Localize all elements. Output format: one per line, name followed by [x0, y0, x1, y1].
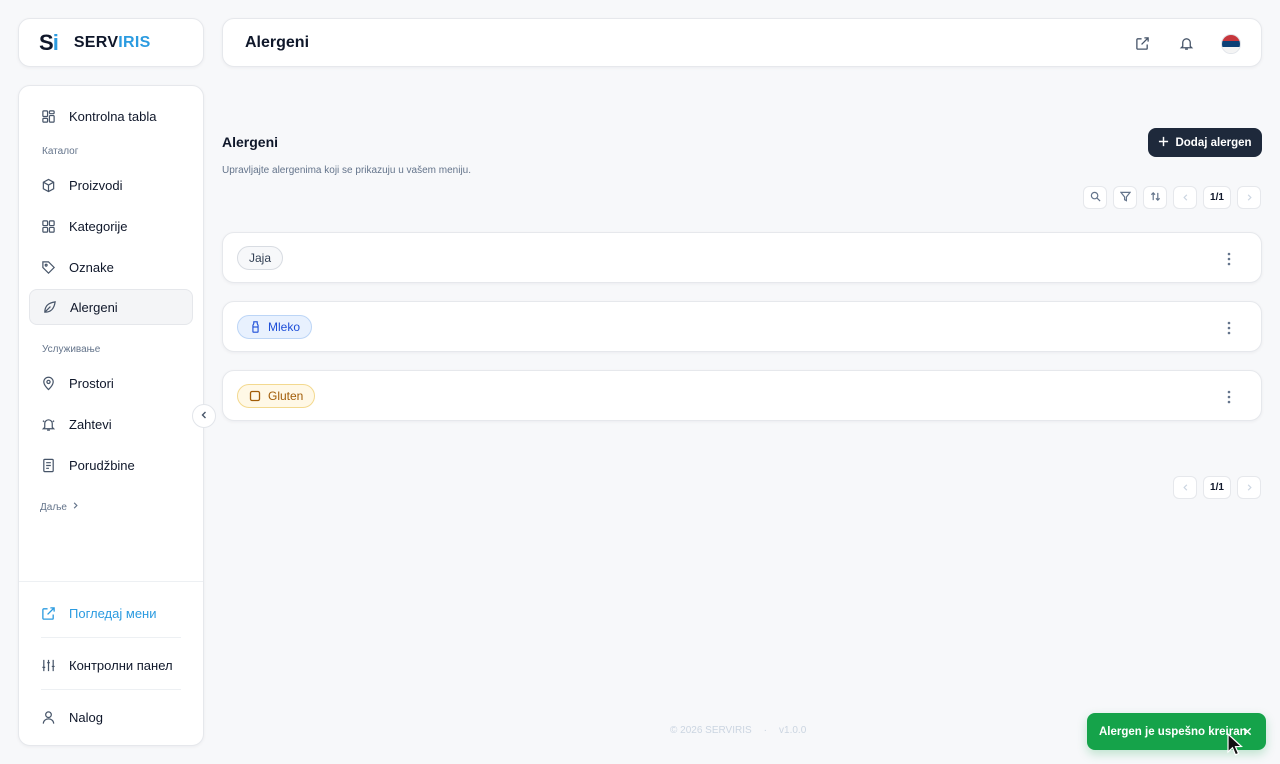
control-panel-link[interactable]: Контролни панел — [29, 647, 193, 683]
logo-text: SERVIRIS — [73, 33, 151, 51]
filter-icon — [1119, 189, 1131, 207]
chevron-left-icon — [1181, 189, 1190, 207]
map-pin-icon — [40, 375, 56, 391]
more-vertical-icon[interactable] — [1221, 319, 1237, 337]
copyright: © 2026 SERVIRIS — [670, 725, 752, 736]
section-label-catalog: Каталог — [42, 146, 79, 157]
allergen-badge: Jaja — [237, 245, 284, 270]
language-flag-icon[interactable] — [1221, 33, 1241, 54]
user-icon — [40, 709, 56, 725]
allergen-label: Mleko — [268, 319, 301, 334]
collapse-sidebar-button[interactable] — [192, 404, 216, 428]
more-label: Даље — [40, 501, 67, 513]
sidebar-item-requests[interactable]: Zahtevi — [29, 406, 193, 442]
square-icon — [249, 390, 261, 402]
page-indicator: 1/1 — [1203, 186, 1231, 209]
sort-button[interactable] — [1143, 186, 1167, 209]
add-allergen-button[interactable]: Dodaj alergen — [1148, 128, 1262, 157]
sidebar-item-label: Proizvodi — [69, 177, 123, 193]
sidebar-item-dashboard[interactable]: Kontrolna tabla — [29, 98, 193, 134]
external-link-icon — [40, 605, 56, 621]
pagination-bottom: 1/1 — [1173, 476, 1261, 499]
page-title: Alergeni — [222, 134, 279, 150]
chevron-left-icon — [1181, 479, 1190, 497]
next-page-button[interactable] — [1237, 476, 1261, 499]
tag-icon — [40, 259, 56, 275]
sidebar-item-spaces[interactable]: Prostori — [29, 365, 193, 401]
view-menu-link[interactable]: Погледај мени — [29, 595, 193, 631]
chevron-right-icon — [1245, 189, 1254, 207]
sidebar: Kontrolna tabla Каталог Proizvodi Katego… — [18, 85, 204, 746]
list-item[interactable]: Jaja — [222, 232, 1262, 283]
chevron-right-icon — [1245, 479, 1254, 497]
more-vertical-icon[interactable] — [1221, 388, 1237, 406]
footer-separator: · — [763, 725, 768, 736]
chevron-left-icon — [199, 407, 209, 425]
chevron-right-icon — [71, 501, 80, 513]
version: v1.0.0 — [779, 725, 807, 736]
plus-icon — [1158, 136, 1169, 150]
allergen-label: Jaja — [249, 250, 272, 265]
bell-icon — [40, 416, 56, 432]
footer: © 2026 SERVIRIS · v1.0.0 — [670, 725, 806, 736]
allergen-label: Gluten — [268, 388, 304, 403]
sidebar-item-label: Oznake — [69, 259, 114, 275]
external-link-icon[interactable] — [1133, 35, 1151, 53]
account-label: Nalog — [69, 709, 103, 725]
account-link[interactable]: Nalog — [29, 699, 193, 735]
sidebar-item-label: Alergeni — [70, 299, 118, 315]
sidebar-item-allergens[interactable]: Alergeni — [29, 289, 193, 325]
sidebar-divider — [41, 637, 181, 638]
prev-page-button[interactable] — [1173, 186, 1197, 209]
more-link[interactable]: Даље — [40, 501, 80, 513]
filter-button[interactable] — [1113, 186, 1137, 209]
sidebar-item-label: Prostori — [69, 375, 114, 391]
list-item[interactable]: Gluten — [222, 370, 1262, 421]
sidebar-item-label: Kontrolna tabla — [69, 108, 157, 124]
sidebar-item-tags[interactable]: Oznake — [29, 249, 193, 285]
sidebar-item-label: Zahtevi — [69, 416, 112, 432]
page-subtitle: Upravljajte alergenima koji se prikazuju… — [222, 165, 471, 176]
mouse-cursor-icon — [1227, 733, 1243, 756]
sidebar-divider — [41, 689, 181, 690]
more-vertical-icon[interactable] — [1221, 250, 1237, 268]
logo-mark: Si — [39, 29, 59, 55]
sidebar-divider — [19, 581, 203, 582]
search-icon — [1090, 189, 1101, 207]
allergen-badge: Gluten — [237, 383, 316, 408]
list-item[interactable]: Mleko — [222, 301, 1262, 352]
dashboard-icon — [40, 108, 56, 124]
sidebar-item-label: Porudžbine — [69, 457, 135, 473]
sidebar-item-categories[interactable]: Kategorije — [29, 208, 193, 244]
toolbar: 1/1 — [1083, 186, 1261, 209]
view-menu-label: Погледај мени — [69, 605, 157, 621]
header-title: Alergeni — [245, 33, 310, 51]
grid-icon — [40, 218, 56, 234]
sort-icon — [1150, 189, 1161, 207]
bell-icon[interactable] — [1177, 35, 1195, 53]
box-icon — [40, 177, 56, 193]
leaf-icon — [41, 299, 57, 315]
logo-card[interactable]: Si SERVIRIS — [18, 18, 204, 67]
next-page-button[interactable] — [1237, 186, 1261, 209]
prev-page-button[interactable] — [1173, 476, 1197, 499]
sidebar-item-products[interactable]: Proizvodi — [29, 167, 193, 203]
search-button[interactable] — [1083, 186, 1107, 209]
page-indicator: 1/1 — [1203, 476, 1231, 499]
sidebar-item-orders[interactable]: Porudžbine — [29, 447, 193, 483]
allergen-badge: Mleko — [237, 314, 313, 339]
receipt-icon — [40, 457, 56, 473]
sidebar-item-label: Kategorije — [69, 218, 128, 234]
add-allergen-label: Dodaj alergen — [1175, 136, 1252, 149]
sliders-icon — [40, 657, 56, 673]
toast-message: Alergen je uspešno kreiran — [1099, 725, 1247, 738]
control-panel-label: Контролни панел — [69, 657, 173, 673]
section-label-service: Услуживање — [42, 344, 101, 355]
header: Alergeni — [222, 18, 1262, 67]
bottle-icon — [249, 320, 261, 333]
